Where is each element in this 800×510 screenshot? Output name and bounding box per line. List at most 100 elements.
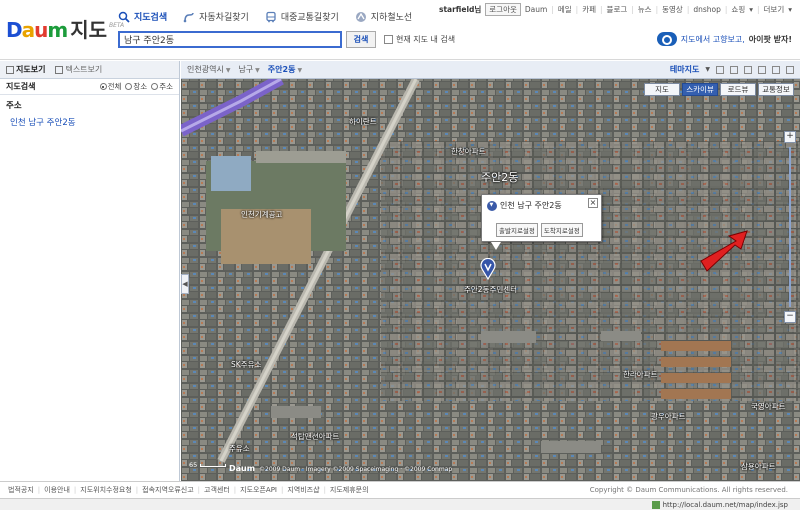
checkbox[interactable] [384,35,393,44]
search-type-radios: 전체 장소 주소 [99,81,173,92]
popup-title-text: 인천 남구 주안2동 [500,201,562,210]
util-link[interactable]: dnshop [693,5,721,14]
footer-link[interactable]: 지도위치수정요청 [80,485,132,495]
car-route-icon [183,12,194,22]
browser-status-bar: http://local.daum.net/map/index.jsp [0,498,800,510]
link-icon[interactable] [772,65,780,74]
daum-logo[interactable]: Daum [6,18,68,42]
subway-icon [355,11,366,22]
chevron-down-icon[interactable]: ▾ [749,5,753,14]
map-label: 인천기계공고 [241,210,283,219]
search-icon [118,11,130,23]
map-copyright: ©2009 Daum · Imagery ©2009 Spaceimaging … [259,466,453,473]
eye-icon [656,32,677,46]
chevron-down-icon: ▼ [297,67,303,74]
search-bar: 검색 현재 지도 내 검색 [118,31,455,48]
footer-link[interactable]: 법적공지 [8,485,34,495]
nav-label: 지하철노선 [370,13,413,23]
nav-car-route[interactable]: 자동차길찾기 [183,10,249,23]
search-input[interactable] [118,31,342,48]
popup-buttons: 출발지로설정 도착지로설정 [496,223,583,237]
map-label: 광우아파트 [651,412,686,421]
radio-all[interactable]: 전체 [99,81,121,92]
breadcrumb-dong[interactable]: 주안2동 ▼ [268,64,302,75]
map-label: 국영아파트 [751,402,786,411]
address-result-link[interactable]: 인천 남구 주안2동 [0,111,179,133]
util-link[interactable]: 블로그 [607,4,628,15]
nav-subway[interactable]: 지하철노선 [355,10,412,23]
close-button[interactable]: × [588,198,598,208]
location-popup: 인천 남구 주안2동 × 출발지로설정 도착지로설정 [481,194,602,242]
radio-dot[interactable] [99,83,107,90]
map-toolbar: 인천광역시 ▼ 남구 ▼ 주안2동 ▼ 테마지도 ▼ [181,61,800,79]
tab-skyview[interactable]: 스카이뷰 [682,83,718,96]
footer-link[interactable]: 접속지역오류신고 [142,485,194,495]
collapse-sidebar-button[interactable]: ◀ [181,274,189,294]
status-url: http://local.daum.net/map/index.jsp [662,500,788,509]
nav-label: 지도검색 [134,13,168,23]
chevron-down-icon[interactable]: ▼ [705,66,710,73]
footer-link[interactable]: 지역비즈샵 [287,485,319,495]
bus-icon [266,11,276,22]
area-icon[interactable] [730,65,738,74]
location-pin-icon[interactable] [480,258,496,280]
footer-link[interactable]: 지도제휴문의 [330,485,369,495]
radio-dot[interactable] [125,83,133,90]
breadcrumb-district[interactable]: 남구 ▼ [238,64,259,75]
map-label: SK주유소 [231,360,262,369]
util-link[interactable]: 더보기 [764,4,785,15]
footer-link[interactable]: 지도오픈API [240,485,277,495]
tab-text-view[interactable]: 텍스트보기 [55,64,102,75]
tab-map-view[interactable]: 지도보기 [6,64,45,75]
search-in-view-option[interactable]: 현재 지도 내 검색 [384,34,455,45]
satellite-map[interactable]: 인천광역시 ▼ 남구 ▼ 주안2동 ▼ 테마지도 ▼ 지도 스카이뷰 로드뷰 교통정보… [181,61,800,481]
search-filter-bar: 지도검색 전체 장소 주소 [0,79,179,95]
promo-strong: 아이팟 받자! [748,34,792,44]
breadcrumb-city[interactable]: 인천광역시 ▼ [187,64,230,75]
promo-banner[interactable]: 지도에서 고향보고, 아이팟 받자! [656,32,792,46]
daum-map-logo[interactable]: Daum 지도 BETA [6,14,124,43]
mail-icon[interactable] [744,65,752,74]
logout-button[interactable]: 로그아웃 [485,3,521,16]
map-label: 한라아파트 [623,370,658,379]
zoom-out-button[interactable]: − [784,311,796,323]
util-link[interactable]: 쇼핑 [731,4,745,15]
scale-value: 65 [189,461,198,469]
theme-map-button[interactable]: 테마지도 [670,64,699,75]
username: starfield님 [438,5,482,14]
util-link[interactable]: Daum [525,5,547,14]
util-link[interactable]: 동영상 [662,4,683,15]
tab-map[interactable]: 지도 [644,83,680,96]
zoom-control: + − [784,131,796,331]
tab-roadview[interactable]: 로드뷰 [720,83,756,96]
footer: 법적공지 | 이용안내 | 지도위치수정요청 | 접속지역오류신고 | 고객센터 | 지도… [0,481,800,498]
set-destination-button[interactable]: 도착지로설정 [540,223,583,237]
tab-traffic[interactable]: 교통정보 [758,83,794,96]
set-start-button[interactable]: 출발지로설정 [496,223,538,237]
zoom-slider[interactable] [789,147,791,307]
zoom-in-button[interactable]: + [784,131,796,143]
util-link[interactable]: 카페 [582,4,596,15]
radio-dot[interactable] [151,83,159,90]
map-scale: 65 [189,461,227,469]
util-link[interactable]: 메일 [558,4,572,15]
radio-label: 주소 [159,82,173,91]
footer-link[interactable]: 고객센터 [204,485,230,495]
promo-text: 지도에서 고향보고, [680,34,745,44]
footer-link[interactable]: 이용안내 [44,485,70,495]
header: Daum 지도 BETA 지도검색 자동차길찾기 대중교통길찾기 지하철노선 검… [0,0,800,60]
print-icon[interactable] [758,65,766,74]
radio-place[interactable]: 장소 [125,81,147,92]
chevron-down-icon[interactable]: ▾ [788,5,792,14]
nav-map-search[interactable]: 지도검색 [118,10,167,23]
map-label: 한창아파트 [451,147,486,156]
map-icon [6,65,14,74]
radio-address[interactable]: 주소 [151,81,173,92]
map-tools: 테마지도 ▼ [670,64,794,75]
map-label: 석탑맨션아파트 [291,432,340,441]
nav-transit-route[interactable]: 대중교통길찾기 [265,10,339,23]
util-link[interactable]: 뉴스 [638,4,652,15]
search-button[interactable]: 검색 [346,31,376,48]
measure-icon[interactable] [716,65,724,74]
save-icon[interactable] [786,65,794,74]
